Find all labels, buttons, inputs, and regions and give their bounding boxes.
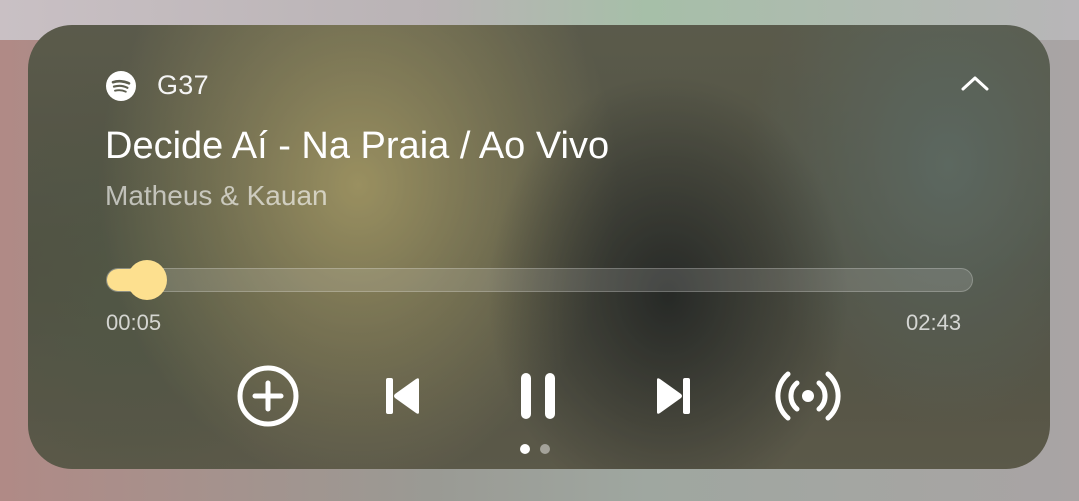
seek-bar[interactable]	[106, 268, 973, 292]
total-duration: 02:43	[906, 310, 962, 335]
media-notification-card[interactable]: G37 Decide Aí - Na Praia / Ao Vivo Mathe…	[28, 25, 1050, 469]
collapse-button[interactable]	[958, 71, 992, 99]
elapsed-time: 00:05	[106, 310, 162, 335]
broadcast-icon	[775, 368, 841, 424]
skip-next-icon	[653, 376, 693, 416]
page-dot[interactable]	[540, 444, 550, 454]
skip-previous-icon	[383, 376, 423, 416]
page-dot-active	[520, 444, 530, 454]
next-button[interactable]	[638, 361, 708, 431]
chevron-up-icon	[960, 74, 990, 97]
track-artist: Matheus & Kauan	[105, 180, 328, 211]
add-button[interactable]	[233, 361, 303, 431]
seek-thumb[interactable]	[127, 260, 168, 300]
pause-button[interactable]	[503, 361, 573, 431]
spotify-icon	[106, 70, 136, 101]
broadcast-button[interactable]	[773, 361, 843, 431]
previous-button[interactable]	[368, 361, 438, 431]
track-title: Decide Aí - Na Praia / Ao Vivo	[105, 125, 610, 167]
plus-circle-icon	[236, 364, 300, 428]
pause-icon	[518, 371, 558, 421]
page-indicator	[520, 444, 550, 454]
app-header: G37	[106, 70, 209, 101]
app-name: G37	[157, 70, 209, 100]
